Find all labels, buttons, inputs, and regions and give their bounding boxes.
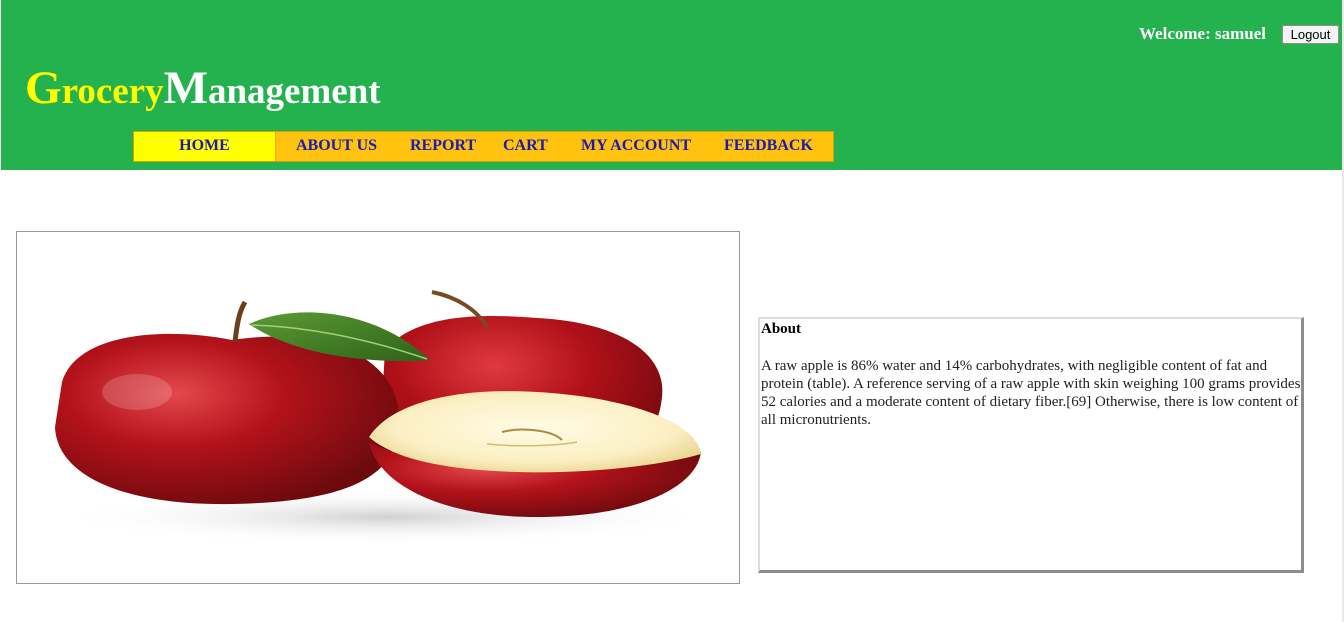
- site-header: Welcome: samuel Logout GroceryManagement…: [1, 0, 1342, 170]
- product-image: [16, 231, 740, 584]
- about-panel: About A raw apple is 86% water and 14% c…: [758, 317, 1304, 573]
- nav-about-us[interactable]: ABOUT US: [296, 132, 377, 161]
- nav-home[interactable]: HOME: [134, 132, 276, 161]
- about-text: A raw apple is 86% water and 14% carbohy…: [761, 358, 1301, 428]
- logo-management-initial: M: [163, 62, 208, 114]
- about-title: About: [761, 321, 802, 337]
- nav-cart[interactable]: CART: [503, 132, 548, 161]
- logo-management-rest: anagement: [207, 71, 381, 112]
- apples-photo-icon: [55, 290, 717, 545]
- main-nav: HOME ABOUT US REPORT CART MY ACCOUNT FEE…: [133, 131, 834, 162]
- logo-grocery-rest: rocery: [61, 71, 164, 112]
- nav-my-account[interactable]: MY ACCOUNT: [581, 132, 691, 161]
- nav-feedback[interactable]: FEEDBACK: [724, 132, 813, 161]
- logo-grocery-initial: G: [25, 62, 62, 114]
- nav-report[interactable]: REPORT: [410, 132, 476, 161]
- logout-button[interactable]: Logout: [1282, 25, 1339, 44]
- site-logo: GroceryManagement: [25, 58, 381, 122]
- welcome-label: Welcome: samuel: [1139, 24, 1266, 43]
